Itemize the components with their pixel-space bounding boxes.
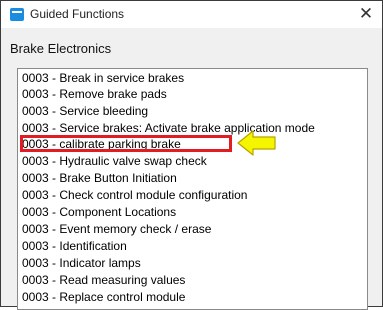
list-item[interactable]: 0003 - Replace control module (22, 289, 185, 305)
list-item[interactable]: 0003 - Event memory check / erase (22, 221, 211, 237)
list-item[interactable]: 0003 - Read measuring values (22, 272, 185, 288)
dialog-window: Guided Functions ✕ Brake Electronics 000… (0, 0, 383, 310)
app-icon (10, 8, 24, 21)
list-item[interactable]: 0003 - Break in service brakes (22, 70, 184, 86)
list-item[interactable]: 0003 - Component Locations (22, 204, 176, 220)
list-item[interactable]: 0003 - Indicator lamps (22, 255, 141, 271)
highlight-box (20, 135, 232, 152)
list-item[interactable]: 0003 - Service bleeding (22, 103, 148, 119)
window-title: Guided Functions (30, 7, 125, 21)
close-icon[interactable]: ✕ (356, 4, 376, 24)
list-item[interactable]: 0003 - Remove brake pads (22, 86, 167, 102)
dialog-content: Brake Electronics 0003 - Break in servic… (1, 28, 382, 310)
list-item[interactable]: 0003 - Brake Button Initiation (22, 170, 177, 186)
list-item[interactable]: 0003 - Check control module configuratio… (22, 187, 247, 203)
arrow-shape (237, 130, 276, 156)
section-title: Brake Electronics (10, 41, 112, 56)
list-item[interactable]: 0003 - Hydraulic valve swap check (22, 153, 207, 169)
title-bar[interactable]: Guided Functions ✕ (1, 1, 382, 28)
function-list[interactable]: 0003 - Break in service brakes 0003 - Re… (17, 68, 368, 310)
pointer-arrow-icon (237, 130, 276, 156)
list-item[interactable]: 0003 - Identification (22, 238, 127, 254)
